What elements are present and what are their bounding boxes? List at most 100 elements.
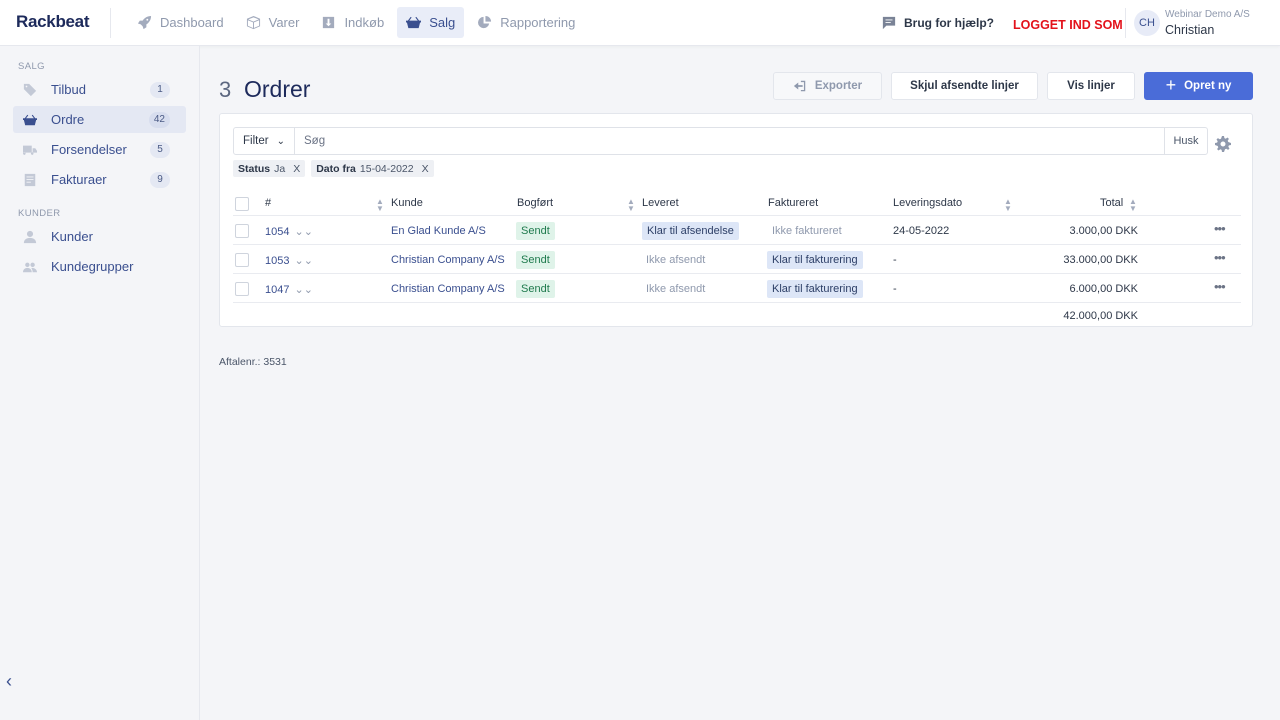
remember-button[interactable]: Husk (1164, 128, 1207, 154)
search-bar: Filter ⌄ Husk (233, 127, 1208, 155)
sort-icon[interactable]: ▲ ▼ (376, 198, 384, 213)
show-lines-button[interactable]: Vis linjer (1047, 72, 1135, 100)
row-actions-icon[interactable]: ••• (1214, 279, 1226, 294)
rocket-icon (137, 15, 152, 30)
order-number-link[interactable]: 1054 (265, 226, 289, 238)
remove-filter-icon[interactable]: X (422, 163, 429, 175)
basket-icon (23, 114, 37, 125)
select-all-checkbox[interactable] (235, 197, 249, 211)
status-badge: Sendt (516, 251, 555, 269)
sidebar-item-forsendelser[interactable]: Forsendelser 5 (13, 136, 186, 163)
column-header-delivered[interactable]: Leveret (642, 197, 679, 209)
row-checkbox[interactable] (235, 253, 249, 267)
nav-varer[interactable]: Varer (237, 7, 309, 38)
expand-chevrons-icon[interactable]: ⌄⌄ (294, 226, 312, 238)
orders-sum: 42.000,00 DKK (1063, 310, 1138, 322)
hide-sent-lines-button[interactable]: Skjul afsendte linjer (891, 72, 1038, 100)
sidebar-item-kunder[interactable]: Kunder (13, 223, 186, 250)
customer-link[interactable]: Christian Company A/S (391, 254, 505, 266)
logged-in-as-label: LOGGET IND SOM (1013, 18, 1123, 32)
plus-icon: + (1165, 74, 1177, 95)
divider (233, 273, 1241, 274)
status-badge: Klar til fakturering (767, 280, 863, 298)
sidebar-section-customers: KUNDER (18, 208, 61, 219)
sidebar-item-label: Ordre (51, 112, 85, 127)
row-checkbox[interactable] (235, 224, 249, 238)
nav-dashboard[interactable]: Dashboard (128, 7, 233, 38)
export-label: Exporter (814, 80, 863, 92)
row-actions-icon[interactable]: ••• (1214, 250, 1226, 265)
app-logo[interactable]: Rackbeat (16, 12, 90, 32)
column-header-total[interactable]: Total (1100, 197, 1123, 209)
delivery-date: - (893, 254, 897, 266)
nav-label: Rapportering (500, 15, 576, 30)
avatar[interactable]: CH (1134, 10, 1160, 36)
search-input[interactable] (296, 128, 1164, 154)
table-row-number: 1053 ⌄⌄ (265, 254, 313, 267)
user-name[interactable]: Christian (1165, 23, 1214, 37)
sidebar: SALG Tilbud 1 Ordre 42 Forsendelser 5 Fa… (0, 46, 200, 720)
chevron-down-icon: ⌄ (276, 135, 285, 147)
sidebar-item-tilbud[interactable]: Tilbud 1 (13, 76, 186, 103)
filter-label: Filter (243, 135, 269, 147)
chip-value: 15-04-2022 (359, 162, 414, 175)
order-number-link[interactable]: 1047 (265, 284, 289, 296)
user-company: Webinar Demo A/S (1165, 9, 1250, 20)
sort-icon[interactable]: ▲ ▼ (627, 198, 635, 213)
basket-icon (406, 16, 422, 29)
sidebar-item-kundegrupper[interactable]: Kundegrupper (13, 253, 186, 280)
sidebar-item-label: Tilbud (51, 82, 86, 97)
nav-rapportering[interactable]: Rapportering (468, 7, 584, 38)
orders-card: Filter ⌄ Husk Status Ja X Dato fra 15-04… (219, 113, 1253, 327)
sidebar-item-label: Forsendelser (51, 142, 127, 157)
divider (233, 302, 1241, 303)
filter-chip-date-from: Dato fra 15-04-2022 X (311, 160, 434, 177)
help-link[interactable]: Brug for hjælp? (882, 16, 994, 30)
sidebar-item-ordre[interactable]: Ordre 42 (13, 106, 186, 133)
active-filters: Status Ja X Dato fra 15-04-2022 X (233, 160, 434, 177)
people-icon (23, 262, 37, 272)
column-header-delivery-date[interactable]: Leveringsdato (893, 197, 962, 209)
collapse-sidebar-icon[interactable]: ‹ (6, 671, 12, 692)
chip-key: Status (238, 162, 271, 175)
row-total: 33.000,00 DKK (1063, 254, 1138, 266)
create-new-button[interactable]: + Opret ny (1144, 72, 1253, 100)
status-badge: Klar til afsendelse (642, 222, 739, 240)
chip-key: Dato fra (316, 162, 356, 175)
sort-icon[interactable]: ▲ ▼ (1129, 198, 1137, 213)
status-badge: Klar til fakturering (767, 251, 863, 269)
expand-chevrons-icon[interactable]: ⌄⌄ (294, 255, 312, 267)
column-header-customer[interactable]: Kunde (391, 197, 423, 209)
filter-dropdown[interactable]: Filter ⌄ (234, 128, 295, 154)
tag-icon (23, 83, 37, 96)
sort-icon[interactable]: ▲ ▼ (1004, 198, 1012, 213)
filter-chip-status: Status Ja X (233, 160, 306, 177)
customer-link[interactable]: En Glad Kunde A/S (391, 225, 486, 237)
remove-filter-icon[interactable]: X (293, 163, 300, 175)
box-icon (246, 15, 260, 30)
row-actions-icon[interactable]: ••• (1214, 221, 1226, 236)
order-number-link[interactable]: 1053 (265, 255, 289, 267)
pie-chart-icon (478, 15, 492, 29)
user-divider (1125, 8, 1126, 38)
column-header-booked[interactable]: Bogført (517, 197, 553, 209)
divider (233, 215, 1241, 216)
status-text: Ikke afsendt (646, 254, 706, 266)
settings-gear-icon[interactable] (1215, 136, 1231, 152)
column-header-number[interactable]: # (265, 197, 271, 209)
sidebar-item-fakturaer[interactable]: Fakturaer 9 (13, 166, 186, 193)
inbox-download-icon (323, 16, 335, 29)
main-nav: Dashboard Varer Indkøb Salg Rapportering (128, 7, 584, 38)
nav-salg[interactable]: Salg (397, 7, 465, 38)
nav-indkob[interactable]: Indkøb (312, 7, 393, 38)
customer-link[interactable]: Christian Company A/S (391, 283, 505, 295)
column-header-invoiced[interactable]: Faktureret (768, 197, 818, 209)
expand-chevrons-icon[interactable]: ⌄⌄ (294, 284, 312, 296)
order-count: 3 (219, 77, 232, 102)
status-text: Ikke faktureret (772, 225, 842, 237)
count-badge: 42 (148, 111, 170, 128)
row-checkbox[interactable] (235, 282, 249, 296)
export-button[interactable]: Exporter (773, 72, 882, 100)
sidebar-item-label: Fakturaer (51, 172, 107, 187)
create-new-label: Opret ny (1184, 80, 1232, 92)
